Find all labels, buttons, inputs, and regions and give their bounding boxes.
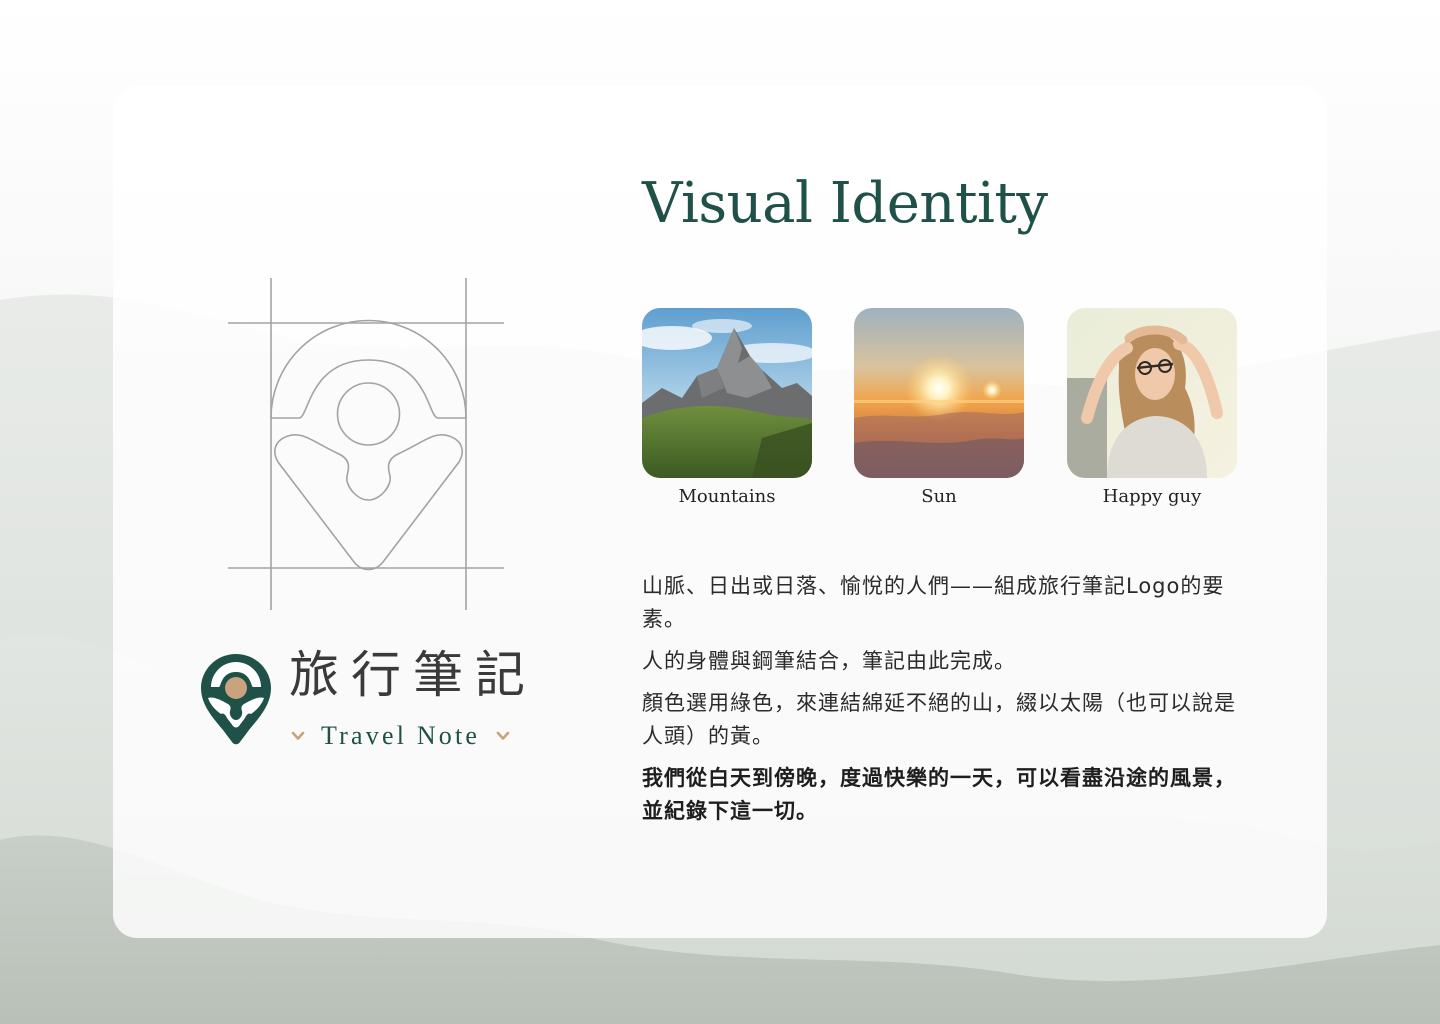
mountains-photo [642, 308, 812, 478]
description-paragraph: 山脈、日出或日落、愉悅的人們——組成旅行筆記Logo的要素。 [642, 574, 1225, 631]
description-paragraph: 人的身體與鋼筆結合，筆記由此完成。 [642, 649, 1016, 673]
chevron-down-icon [291, 731, 305, 740]
logo-english-name: Travel Note [321, 721, 481, 750]
logo-chinese-name: 旅行筆記 [289, 646, 537, 704]
element-happy-guy: Happy guy [1067, 308, 1237, 507]
sunset-photo [854, 308, 1024, 478]
element-mountains: Mountains [642, 308, 812, 507]
page-title: Visual Identity [642, 171, 1048, 236]
happy-person-photo [1067, 308, 1237, 478]
element-label: Mountains [678, 486, 776, 507]
logo-construction-grid [228, 278, 504, 610]
description-text: 山脈、日出或日落、愉悅的人們——組成旅行筆記Logo的要素。 人的身體與鋼筆結合… [642, 570, 1242, 837]
description-paragraph: 顏色選用綠色，來連結綿延不絕的山，綴以太陽（也可以說是人頭）的黃。 [642, 691, 1236, 748]
element-sun: Sun [854, 308, 1024, 507]
element-label: Happy guy [1102, 486, 1202, 507]
logo-english-row: Travel Note [291, 720, 510, 752]
description-highlight: 我們從白天到傍晚，度過快樂的一天，可以看盡沿途的風景，並紀錄下這一切。 [642, 766, 1236, 823]
chevron-down-icon [496, 731, 510, 740]
travel-note-logo-mark [201, 654, 271, 745]
element-label: Sun [921, 486, 957, 507]
